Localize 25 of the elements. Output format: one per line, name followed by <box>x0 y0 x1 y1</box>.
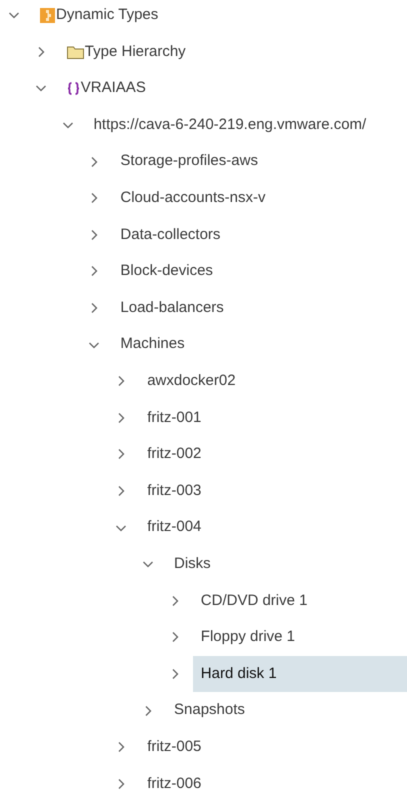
tree-item[interactable]: Type Hierarchy <box>58 34 407 70</box>
tree-item[interactable]: VRAIAAS <box>58 70 407 107</box>
tree-item[interactable]: Disks <box>166 546 407 582</box>
tree-item[interactable]: fritz-005 <box>139 728 407 766</box>
tree-item[interactable]: https://cava-6-240-219.eng.vmware.com/ <box>86 106 407 144</box>
tree-item[interactable]: Hard disk 1 <box>192 656 407 692</box>
tree-item[interactable]: fritz-006 <box>139 765 407 792</box>
tree-item[interactable]: Machines <box>112 326 407 363</box>
tree-item[interactable]: CD/DVD drive 1 <box>192 582 407 620</box>
tree-item[interactable]: fritz-002 <box>139 436 407 473</box>
tree-item[interactable]: Data-collectors <box>112 216 407 254</box>
tree-item[interactable]: Snapshots <box>166 692 407 729</box>
tree-item[interactable]: Block-devices <box>112 253 407 290</box>
tree-item[interactable]: Floppy drive 1 <box>192 619 407 656</box>
tree-item[interactable]: awxdocker02 <box>139 362 407 400</box>
tree-item[interactable]: Load-balancers <box>112 290 407 326</box>
tree-item[interactable]: Storage-profiles-aws <box>112 143 407 180</box>
folder-icon <box>66 44 84 59</box>
tree-item[interactable]: Cloud-accounts-nsx-v <box>112 180 407 217</box>
tree-item[interactable]: fritz-003 <box>139 472 407 510</box>
tree-item[interactable]: fritz-004 <box>139 509 407 546</box>
module-icon <box>40 8 55 23</box>
braces-icon <box>66 82 80 95</box>
tree-item[interactable]: Dynamic Types <box>32 0 407 34</box>
tree-item[interactable]: fritz-001 <box>139 400 407 436</box>
